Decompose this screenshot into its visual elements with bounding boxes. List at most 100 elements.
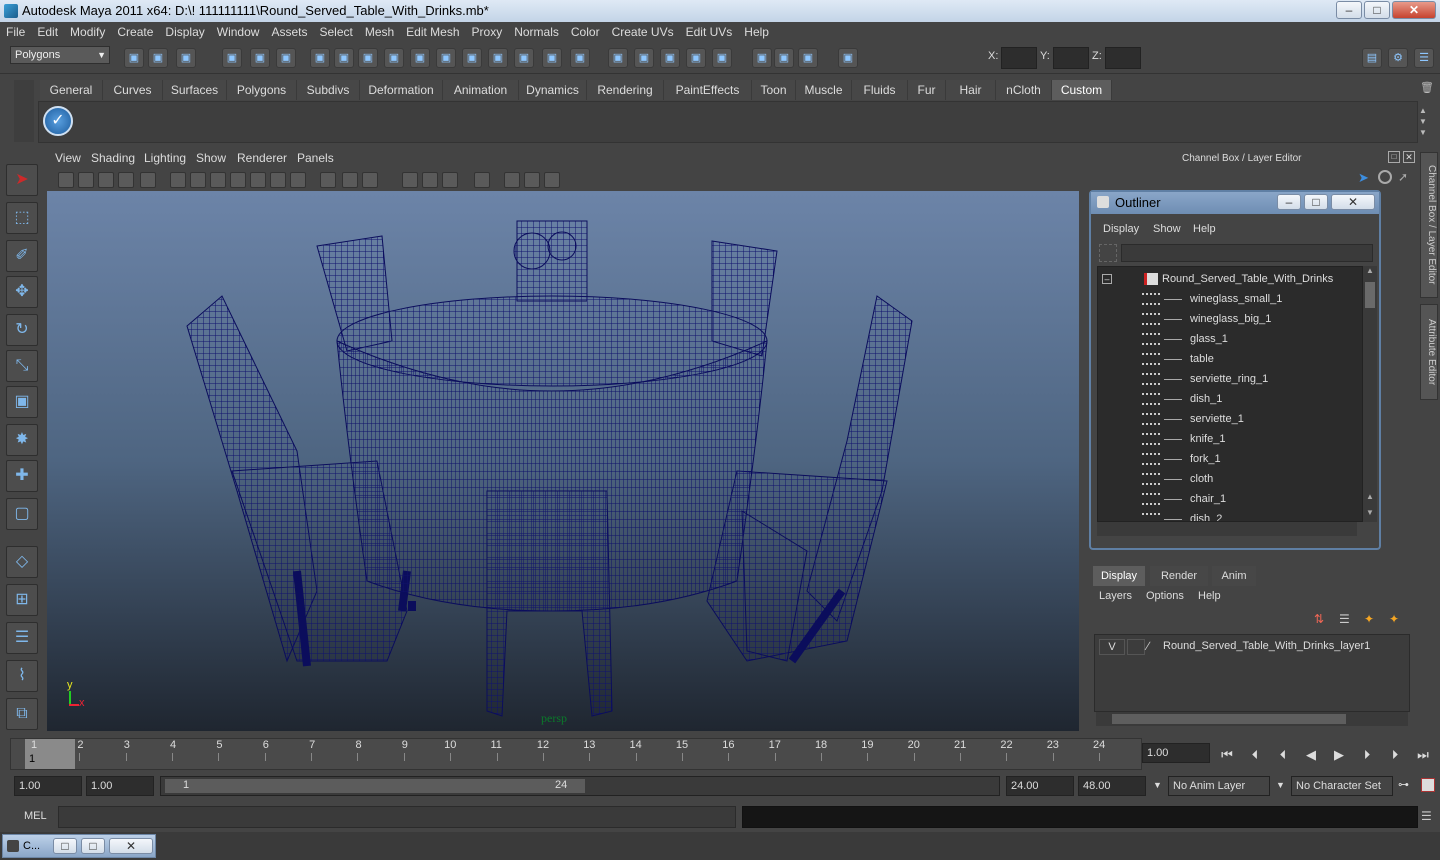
high-quality-icon[interactable] <box>504 172 520 188</box>
shelf-tab-toon[interactable]: Toon <box>752 80 796 100</box>
maximize-button[interactable]: □ <box>81 838 105 854</box>
trash-icon[interactable]: 🗑 <box>1420 81 1434 97</box>
z-field[interactable] <box>1105 47 1141 69</box>
shelf-tab-surfaces[interactable]: Surfaces <box>163 80 227 100</box>
maximize-button[interactable]: □ <box>1364 1 1390 19</box>
outliner-item[interactable]: wineglass_small_1 <box>1098 289 1362 309</box>
outliner-maximize-button[interactable]: □ <box>1304 194 1328 210</box>
tool-settings-toggle-icon[interactable]: ⚙ <box>1388 48 1408 68</box>
menu-proxy[interactable]: Proxy <box>466 25 509 39</box>
range-slider-bar[interactable]: 1 24 <box>165 779 585 793</box>
film-gate-icon[interactable] <box>190 172 206 188</box>
last-tool-icon[interactable]: ▢ <box>6 498 38 530</box>
outliner-item[interactable]: serviette_1 <box>1098 409 1362 429</box>
select-highlight-icon[interactable] <box>474 172 490 188</box>
new-layer-selected-icon[interactable]: ✦ <box>1389 612 1407 628</box>
layer-name[interactable]: Round_Served_Table_With_Drinks_layer1 <box>1163 640 1370 652</box>
texture-icon[interactable] <box>362 172 378 188</box>
scroll-up-icon[interactable]: ▲ <box>1364 492 1376 504</box>
layers-menu-layers[interactable]: Layers <box>1099 590 1132 602</box>
shelf-tab-deformation[interactable]: Deformation <box>360 80 443 100</box>
shadows-icon[interactable] <box>442 172 458 188</box>
pointer-arrow-icon[interactable]: ➚ <box>1398 170 1412 184</box>
bookmark-icon[interactable] <box>78 172 94 188</box>
four-view-layout-icon[interactable]: ⊞ <box>6 584 38 616</box>
outliner-item[interactable]: fork_1 <box>1098 449 1362 469</box>
save-scene-icon[interactable]: ▣ <box>176 48 196 68</box>
play-backwards-icon[interactable]: ◀ <box>1302 746 1320 764</box>
smooth-shade-icon[interactable] <box>290 172 306 188</box>
range-slider[interactable]: 1 24 <box>160 776 1000 796</box>
outliner-scroll-thumb[interactable] <box>1365 282 1375 308</box>
panel-menu-renderer[interactable]: Renderer <box>237 151 287 165</box>
menu-edit[interactable]: Edit <box>31 25 64 39</box>
step-forward-key-icon[interactable]: ⏵ <box>1358 746 1376 764</box>
help-icon[interactable]: ▣ <box>488 48 508 68</box>
shelf-tab-fur[interactable]: Fur <box>908 80 946 100</box>
channel-box-side-tab[interactable]: Channel Box / Layer Editor <box>1420 152 1438 298</box>
go-to-end-icon[interactable]: ⏭ <box>1414 746 1432 764</box>
input-ops-icon[interactable]: ▣ <box>570 48 590 68</box>
circle-tool-icon[interactable] <box>1378 170 1392 184</box>
show-manipulator-icon[interactable]: ✚ <box>6 460 38 492</box>
rotate-tool-icon[interactable]: ↻ <box>6 314 38 346</box>
outliner-item[interactable]: table <box>1098 349 1362 369</box>
new-scene-icon[interactable]: ▣ <box>124 48 144 68</box>
menu-create-uvs[interactable]: Create UVs <box>606 25 680 39</box>
step-forward-icon[interactable]: ⏵ <box>1386 746 1404 764</box>
shelf-tab-ncloth[interactable]: nCloth <box>996 80 1052 100</box>
scale-tool-icon[interactable]: ⤡ <box>6 350 38 382</box>
shelf-tab-polygons[interactable]: Polygons <box>227 80 297 100</box>
xray-icon[interactable] <box>342 172 358 188</box>
layer-tab-display[interactable]: Display <box>1093 566 1145 586</box>
shade-wire-icon[interactable] <box>320 172 336 188</box>
panel-menu-shading[interactable]: Shading <box>91 151 135 165</box>
universal-manipulator-icon[interactable]: ▣ <box>6 386 38 418</box>
isolate-icon[interactable] <box>250 172 266 188</box>
panel-menu-panels[interactable]: Panels <box>297 151 334 165</box>
step-back-icon[interactable]: ⏴ <box>1246 746 1264 764</box>
menu-help[interactable]: Help <box>738 25 775 39</box>
scroll-up-icon[interactable]: ▲ <box>1364 266 1376 278</box>
play-forwards-icon[interactable]: ▶ <box>1330 746 1348 764</box>
hypershade-icon[interactable]: ▣ <box>752 48 772 68</box>
close-button[interactable]: ✕ <box>1392 1 1436 19</box>
shelf-tab-rendering[interactable]: Rendering <box>587 80 664 100</box>
time-slider[interactable]: 1 12345678910111213141516171819202122232… <box>10 738 1142 770</box>
menu-window[interactable]: Window <box>211 25 266 39</box>
outliner-minimize-button[interactable]: – <box>1277 194 1301 210</box>
shelf-tab-animation[interactable]: Animation <box>443 80 519 100</box>
float-panel-icon[interactable]: □ <box>1388 151 1400 163</box>
shelf-tab-subdivs[interactable]: Subdivs <box>297 80 360 100</box>
minimized-window[interactable]: C... □ □ ✕ <box>2 834 156 858</box>
2d-pan-icon[interactable] <box>118 172 134 188</box>
select-hierarchy-icon[interactable]: ▣ <box>222 48 242 68</box>
outliner-item[interactable]: knife_1 <box>1098 429 1362 449</box>
new-layer-icon[interactable]: ✦ <box>1364 612 1382 628</box>
close-button[interactable]: ✕ <box>109 838 153 854</box>
select-component-icon[interactable]: ▣ <box>276 48 296 68</box>
outliner-item[interactable]: chair_1 <box>1098 489 1362 509</box>
outliner-root-item[interactable]: – Round_Served_Table_With_Drinks <box>1098 269 1362 289</box>
collapse-icon[interactable]: – <box>1102 274 1112 284</box>
panel-menu-lighting[interactable]: Lighting <box>144 151 186 165</box>
menu-create[interactable]: Create <box>111 25 159 39</box>
layer-color-icon[interactable]: ∕ <box>1147 639 1163 655</box>
safe-title-icon[interactable] <box>230 172 246 188</box>
go-to-start-icon[interactable]: ⏮ <box>1218 746 1236 764</box>
paint-select-icon[interactable]: ✐ <box>6 240 38 272</box>
open-scene-icon[interactable]: ▣ <box>148 48 168 68</box>
hypershade-layout-icon[interactable]: ⧉ <box>6 698 38 730</box>
outliner-menu-show[interactable]: Show <box>1153 223 1181 235</box>
xray-joints-icon[interactable] <box>524 172 540 188</box>
shelf-options[interactable] <box>14 80 34 142</box>
panel-menu-view[interactable]: View <box>55 151 81 165</box>
y-field[interactable] <box>1053 47 1089 69</box>
outliner-menu-display[interactable]: Display <box>1103 223 1139 235</box>
snap-vertex-icon[interactable]: ▣ <box>436 48 456 68</box>
select-object-icon[interactable]: ▣ <box>250 48 270 68</box>
layer-tab-anim[interactable]: Anim <box>1212 566 1256 586</box>
shelf-tab-dynamics[interactable]: Dynamics <box>519 80 587 100</box>
chevron-down-icon[interactable]: ▼ <box>1276 780 1285 790</box>
menu-normals[interactable]: Normals <box>508 25 565 39</box>
